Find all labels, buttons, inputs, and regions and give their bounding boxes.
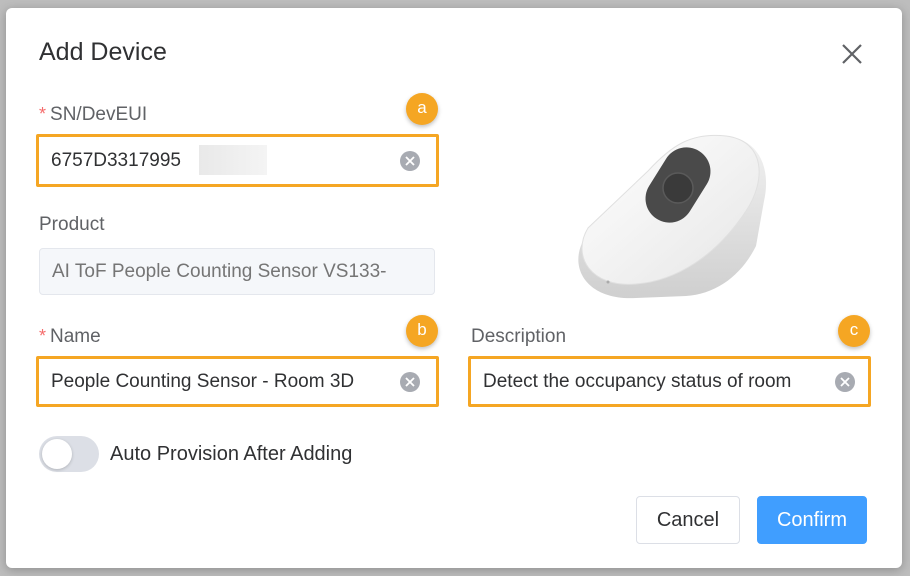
clear-icon[interactable]	[835, 371, 855, 392]
sn-label-text: SN/DevEUI	[50, 104, 148, 125]
close-icon[interactable]	[840, 42, 864, 66]
name-field	[36, 356, 439, 407]
callout-c: c	[838, 315, 870, 347]
product-input	[52, 249, 432, 294]
add-device-dialog: Add Device *SN/DevEUI a Product	[6, 8, 902, 568]
name-label-text: Name	[50, 326, 101, 347]
description-label: Description	[471, 326, 567, 347]
cancel-button[interactable]: Cancel	[636, 496, 740, 544]
sn-label: * SN/DevEUI	[39, 104, 147, 126]
name-label: * Name	[39, 326, 101, 348]
description-input[interactable]	[483, 359, 817, 404]
product-label: Product	[39, 214, 105, 235]
product-field	[39, 248, 435, 295]
confirm-button[interactable]: Confirm	[757, 496, 867, 544]
callout-b: b	[406, 315, 438, 347]
clear-icon[interactable]	[400, 371, 420, 392]
toggle-knob	[42, 439, 72, 469]
sn-field	[36, 134, 439, 187]
auto-provision-label: Auto Provision After Adding	[110, 443, 353, 465]
required-mark: *	[39, 326, 47, 346]
dialog-title: Add Device	[39, 38, 167, 66]
description-field	[468, 356, 871, 407]
required-mark: *	[39, 104, 47, 124]
clear-icon[interactable]	[400, 150, 420, 171]
name-input[interactable]	[51, 359, 391, 404]
callout-a: a	[406, 93, 438, 125]
redacted-area	[199, 145, 267, 175]
device-image	[566, 116, 776, 311]
auto-provision-toggle[interactable]	[39, 436, 99, 472]
